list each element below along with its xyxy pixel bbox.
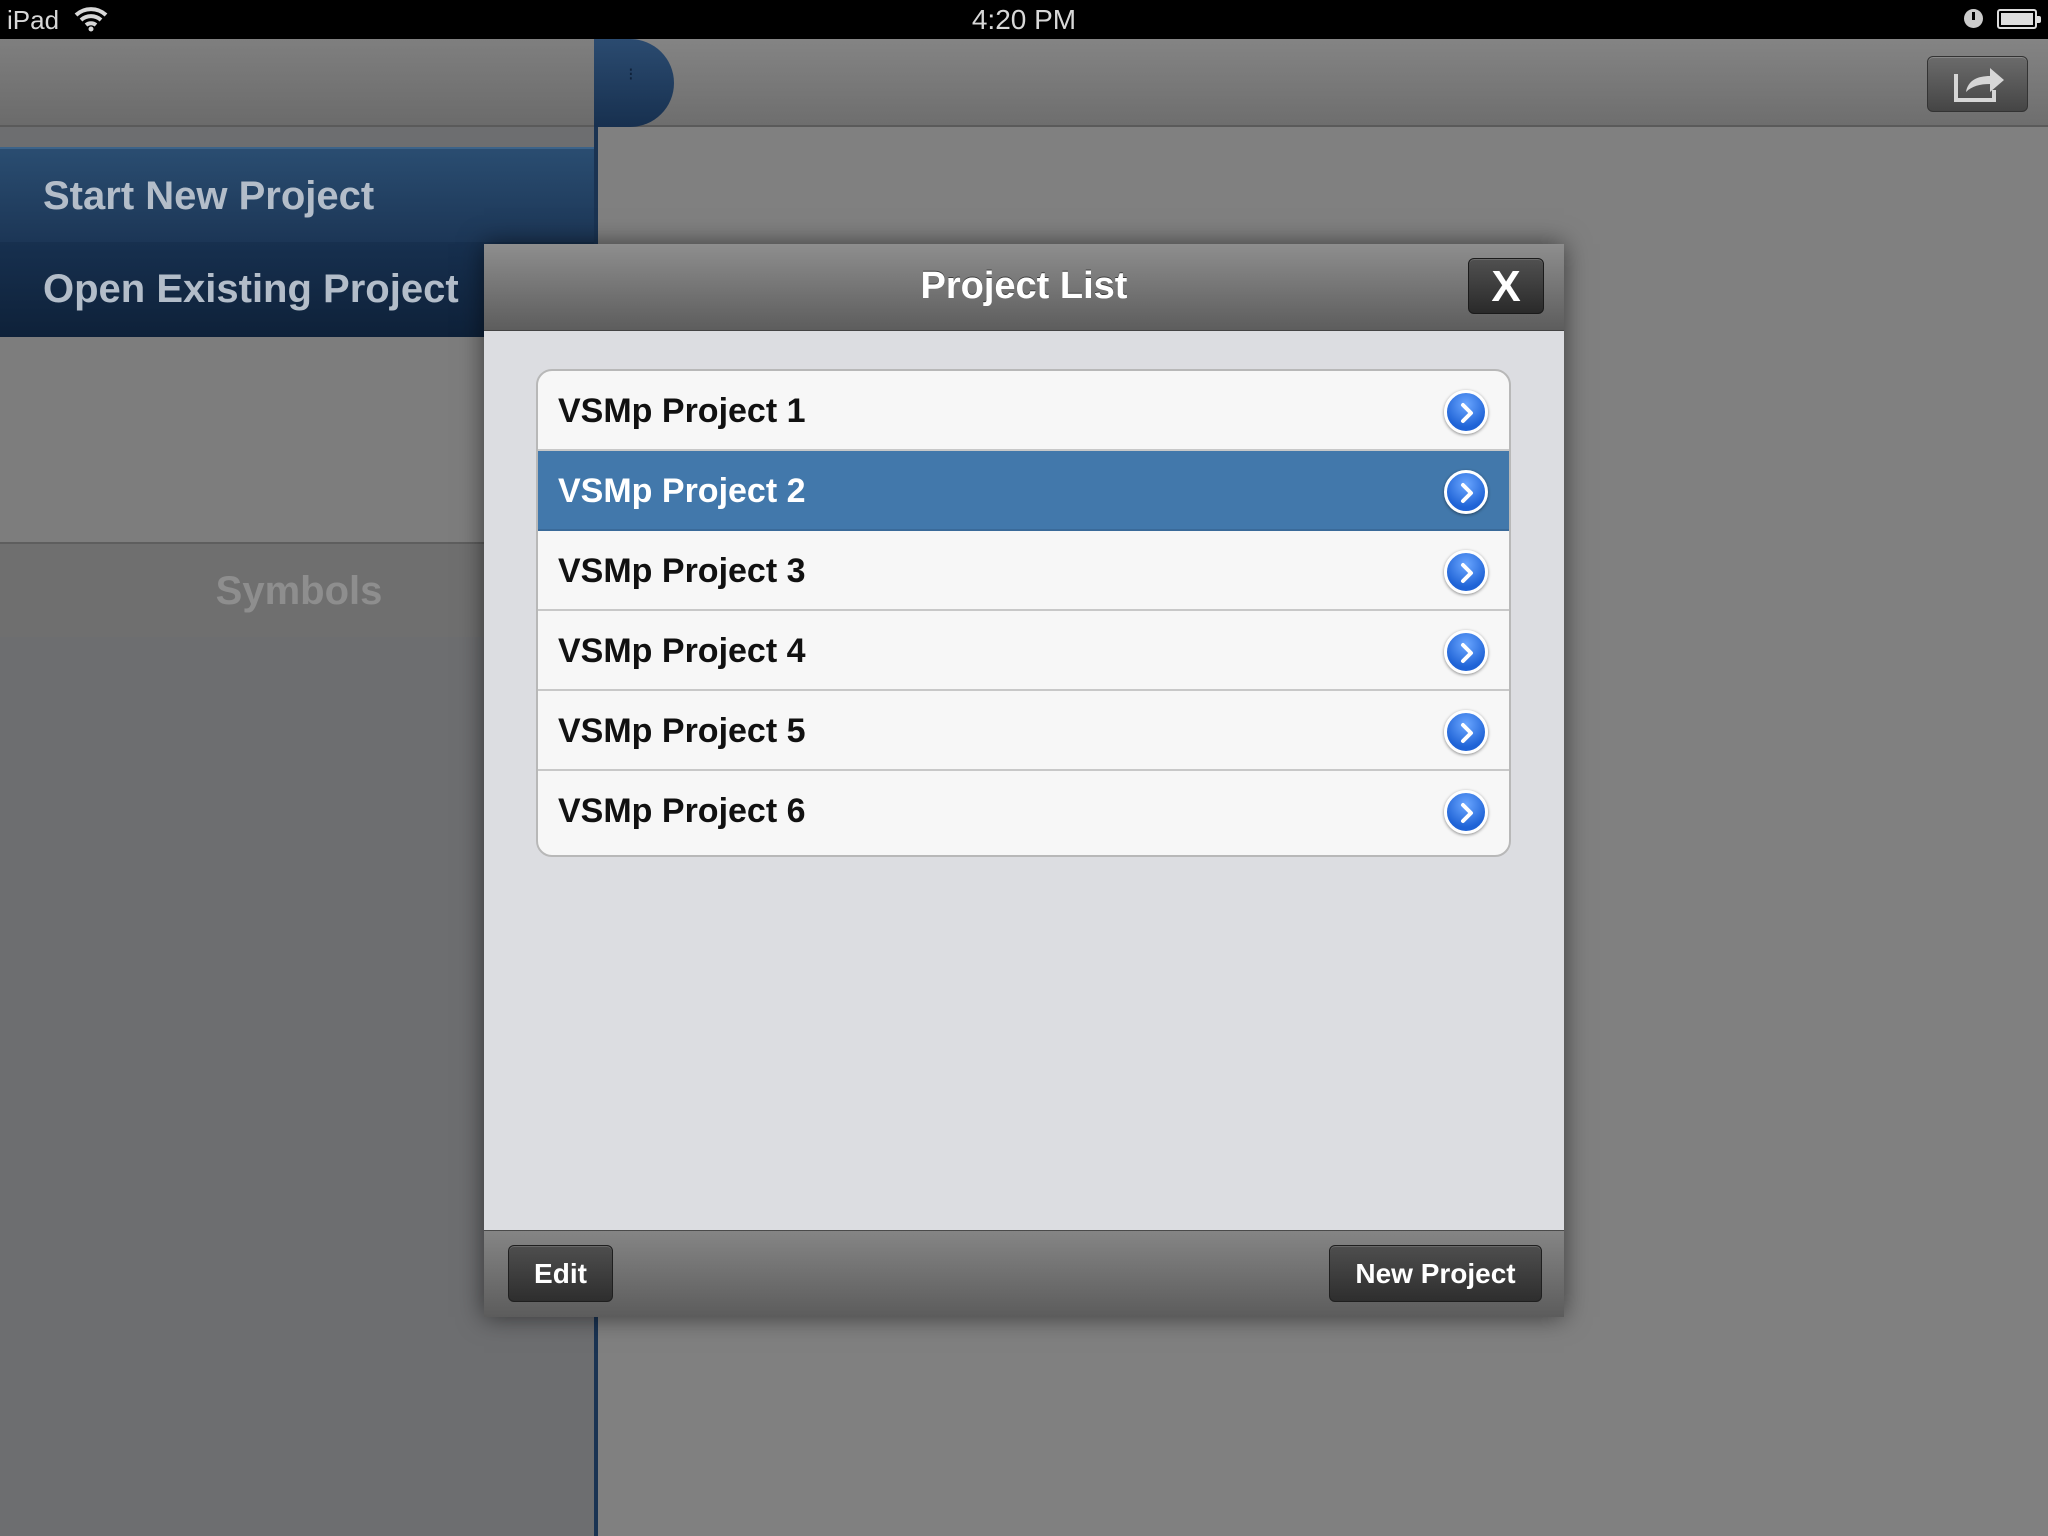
project-list: VSMp Project 1 VSMp Project 2 VSMp Proje… [536, 369, 1511, 857]
project-row-6[interactable]: VSMp Project 6 [538, 771, 1509, 851]
close-button[interactable]: X [1468, 258, 1544, 314]
status-bar: iPad 4:20 PM [0, 0, 2048, 39]
project-row-1[interactable]: VSMp Project 1 [538, 371, 1509, 451]
battery-icon [1997, 9, 2041, 29]
project-row-2[interactable]: VSMp Project 2 [538, 451, 1509, 531]
project-row-3[interactable]: VSMp Project 3 [538, 531, 1509, 611]
project-label: VSMp Project 4 [558, 632, 806, 670]
project-label: VSMp Project 3 [558, 552, 806, 590]
detail-disclosure-icon[interactable] [1444, 790, 1488, 834]
share-icon [1954, 68, 2004, 102]
clock-icon [1964, 9, 1983, 28]
project-list-modal: Project List X VSMp Project 1 VSMp Proje… [484, 244, 1564, 1317]
detail-disclosure-icon[interactable] [1444, 630, 1488, 674]
modal-header: Project List X [484, 244, 1564, 331]
project-label: VSMp Project 6 [558, 792, 806, 830]
project-row-5[interactable]: VSMp Project 5 [538, 691, 1509, 771]
project-row-4[interactable]: VSMp Project 4 [538, 611, 1509, 691]
status-time: 4:20 PM [971, 4, 1077, 35]
share-button[interactable] [1927, 56, 2028, 112]
detail-navbar [598, 39, 2048, 127]
modal-title: Project List [920, 265, 1128, 307]
grip-icon: ⁝ [628, 64, 634, 84]
new-project-button[interactable]: New Project [1329, 1245, 1542, 1302]
detail-disclosure-icon[interactable] [1444, 390, 1488, 434]
edit-button[interactable]: Edit [508, 1245, 613, 1302]
detail-disclosure-icon[interactable] [1444, 470, 1488, 514]
detail-disclosure-icon[interactable] [1444, 550, 1488, 594]
project-label: VSMp Project 5 [558, 712, 806, 750]
project-label: VSMp Project 1 [558, 392, 806, 430]
modal-toolbar: Edit New Project [484, 1230, 1564, 1317]
start-new-project-item[interactable]: Start New Project [0, 147, 598, 242]
detail-disclosure-icon[interactable] [1444, 710, 1488, 754]
sidebar-navbar [0, 39, 598, 127]
project-label: VSMp Project 2 [558, 472, 806, 510]
